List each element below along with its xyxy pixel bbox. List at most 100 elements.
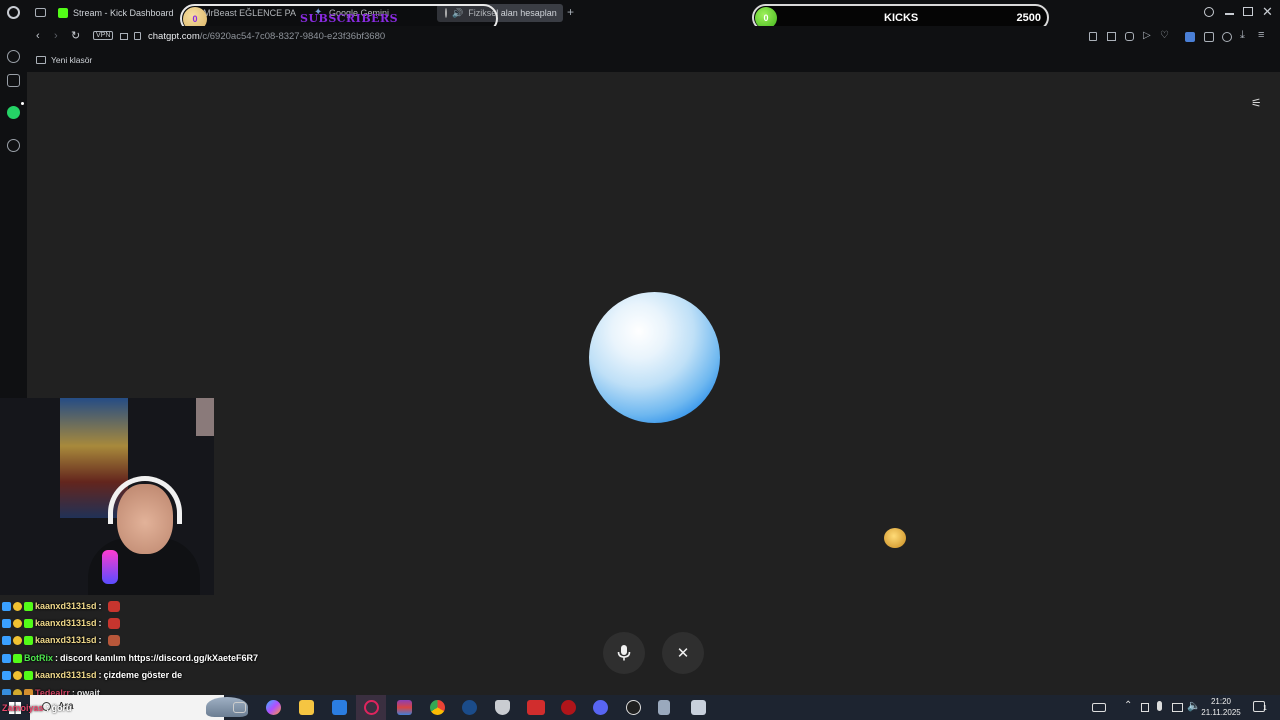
- mod-badge-icon: [2, 635, 11, 645]
- chrome-icon[interactable]: [430, 700, 445, 715]
- chat-message: kaanxd3131sd : çizdeme göster de: [2, 667, 182, 683]
- vpn-badge[interactable]: VPN: [93, 31, 114, 40]
- play-icon[interactable]: ▷: [1143, 30, 1151, 41]
- mod-badge-icon: [2, 601, 11, 611]
- chat-user[interactable]: BotRix: [24, 653, 53, 663]
- tab-kick-dashboard[interactable]: Stream - Kick Dashboard: [58, 4, 178, 22]
- chat-text: ğoru: [51, 703, 72, 713]
- gift-badge-icon: [13, 635, 22, 645]
- kicks-label: KICKS: [884, 12, 919, 24]
- copilot-icon[interactable]: [266, 700, 281, 715]
- sub-badge-icon: [24, 601, 33, 611]
- mod-badge-icon: [2, 618, 11, 628]
- ai-assistant-icon[interactable]: [7, 50, 20, 63]
- extensions-icon[interactable]: [1204, 32, 1214, 42]
- subscribers-label: SUBSCRIBERS: [300, 12, 399, 25]
- wallet-icon[interactable]: [120, 33, 128, 40]
- shield-app-icon[interactable]: [495, 700, 510, 715]
- winrar-icon[interactable]: [397, 700, 412, 715]
- tab-label: Stream - Kick Dashboard: [73, 8, 174, 18]
- task-view-icon[interactable]: [233, 702, 246, 713]
- webcam-feed: [0, 398, 214, 595]
- new-tab-button[interactable]: +: [567, 5, 574, 19]
- close-window-icon[interactable]: ✕: [1262, 4, 1273, 20]
- microphone-icon: [617, 645, 631, 661]
- menu-icon[interactable]: ≡: [1258, 29, 1264, 41]
- profile-icon[interactable]: [1222, 32, 1232, 42]
- notification-count: 1: [1263, 705, 1267, 712]
- opera-logo-icon[interactable]: [7, 6, 20, 19]
- gift-badge-icon: [13, 618, 22, 628]
- keyboard-icon[interactable]: [1092, 703, 1106, 712]
- browser-sidebar: [0, 26, 27, 398]
- chat-user[interactable]: Zamoiyas: [2, 703, 44, 713]
- minimize-icon[interactable]: [1225, 13, 1234, 15]
- voice-settings-icon[interactable]: ⚟: [1251, 96, 1262, 110]
- end-voice-button[interactable]: ✕: [662, 632, 704, 674]
- chat-emote-icon: [107, 600, 120, 612]
- reload-icon[interactable]: ↻: [71, 29, 80, 42]
- microphone-button[interactable]: [603, 632, 645, 674]
- mic-tray-icon[interactable]: [1157, 701, 1162, 711]
- network-icon[interactable]: [1172, 703, 1183, 712]
- translate-icon[interactable]: [1185, 32, 1195, 42]
- chat-separator: :: [98, 635, 102, 645]
- notification-dot: [21, 102, 24, 105]
- snapshot-icon[interactable]: [1107, 32, 1116, 41]
- system-clock[interactable]: 21:20 21.11.2025: [1200, 696, 1242, 718]
- mail-icon[interactable]: [332, 700, 347, 715]
- lock-icon[interactable]: [134, 32, 141, 40]
- bookmark-folder[interactable]: Yeni klasör: [51, 55, 92, 65]
- windows-taskbar: Ara Zamoiyas : ğoru ⌃ 🔈 21:20 21.11.2025…: [0, 695, 1280, 720]
- whatsapp-icon[interactable]: [7, 106, 20, 119]
- verified-badge-icon: [13, 653, 22, 663]
- device-icon[interactable]: [1141, 703, 1149, 712]
- url-path: /c/6920ac54-7c08-8327-9840-e23f36bf3680: [199, 31, 386, 42]
- chat-separator: :: [98, 670, 102, 680]
- emote-sticker-icon: [884, 528, 906, 548]
- sub-badge-icon: [24, 618, 33, 628]
- clock-time: 21:20: [1210, 697, 1232, 706]
- discord-icon[interactable]: [593, 700, 608, 715]
- chat-message: kaanxd3131sd :: [2, 632, 120, 648]
- back-icon[interactable]: ‹: [36, 30, 40, 42]
- adblock-icon[interactable]: [1125, 32, 1134, 41]
- history-icon[interactable]: [7, 139, 20, 152]
- chat-user[interactable]: kaanxd3131sd: [35, 601, 97, 611]
- chat-separator: :: [55, 653, 58, 663]
- chat-user[interactable]: kaanxd3131sd: [35, 635, 97, 645]
- steam-icon[interactable]: [462, 700, 477, 715]
- tray-overflow-icon[interactable]: ⌃: [1124, 700, 1132, 711]
- chat-emote-icon: [107, 617, 120, 629]
- crypto-wallet-icon[interactable]: [7, 74, 20, 87]
- volume-icon[interactable]: 🔈: [1187, 699, 1201, 712]
- lamp-glow: [102, 550, 118, 584]
- chat-user[interactable]: kaanxd3131sd: [35, 618, 97, 628]
- address-bar: ‹ › ↻ VPN chatgpt.com/c/6920ac54-7c08-83…: [27, 26, 1280, 48]
- forward-icon[interactable]: ›: [54, 30, 58, 42]
- file-explorer-icon[interactable]: [299, 700, 314, 715]
- chat-user[interactable]: kaanxd3131sd: [35, 670, 97, 680]
- calculator-icon[interactable]: [658, 700, 670, 715]
- obs-icon[interactable]: [626, 700, 641, 715]
- chat-message: BotRix : discord kanılım https://discord…: [2, 650, 258, 666]
- chat-separator: :: [98, 601, 102, 611]
- heart-icon[interactable]: ♡: [1160, 30, 1169, 41]
- window-app-icon[interactable]: [691, 700, 706, 715]
- pin-icon[interactable]: [1089, 32, 1097, 41]
- download-icon[interactable]: ⤓: [1240, 29, 1245, 42]
- url-field[interactable]: chatgpt.com/c/6920ac54-7c08-8327-9840-e2…: [148, 31, 385, 42]
- folder-icon: [36, 56, 46, 64]
- close-icon: ✕: [676, 645, 690, 662]
- game-app-icon[interactable]: [527, 700, 545, 715]
- search-tabs-icon[interactable]: [1204, 7, 1214, 17]
- kicks-goal: 2500: [1016, 12, 1041, 24]
- url-host: chatgpt.com: [148, 31, 200, 42]
- opera-gx-icon[interactable]: [364, 700, 379, 715]
- tab-overview-icon[interactable]: [35, 8, 46, 17]
- gift-badge-icon: [13, 670, 22, 680]
- record-app-icon[interactable]: [561, 700, 576, 715]
- clock-date: 21.11.2025: [1201, 708, 1241, 717]
- restore-icon[interactable]: [1243, 7, 1253, 16]
- gift-badge-icon: [13, 601, 22, 611]
